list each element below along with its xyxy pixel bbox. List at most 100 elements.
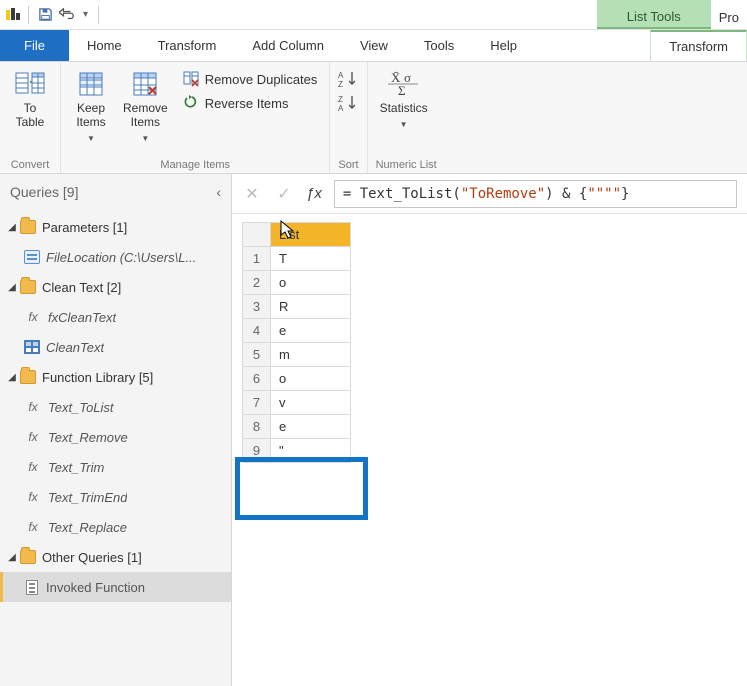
reverse-items-label: Reverse Items bbox=[205, 96, 289, 111]
remove-duplicates-button[interactable]: Remove Duplicates bbox=[178, 68, 322, 90]
query-item-fxcleantext[interactable]: fx fxCleanText bbox=[0, 302, 231, 332]
statistics-button[interactable]: X̄ σ Σ Statistics ▼ bbox=[376, 66, 432, 131]
to-table-button[interactable]: To Table bbox=[8, 66, 52, 132]
sort-desc-button[interactable]: Z A bbox=[338, 94, 358, 112]
table-icon bbox=[24, 340, 40, 354]
tab-tools[interactable]: Tools bbox=[406, 30, 472, 61]
data-grid[interactable]: List 1T 2o 3R 4e 5m 6o 7v 8e 9" bbox=[242, 222, 351, 463]
remove-duplicates-label: Remove Duplicates bbox=[205, 72, 318, 87]
query-item-text-trim[interactable]: fx Text_Trim bbox=[0, 452, 231, 482]
formula-bar: ✕ ✓ ƒx = Text_ToList("ToRemove") & {""""… bbox=[232, 174, 747, 214]
main-area: ✕ ✓ ƒx = Text_ToList("ToRemove") & {""""… bbox=[232, 174, 747, 686]
qat-separator bbox=[28, 6, 29, 24]
statistics-icon: X̄ σ Σ bbox=[388, 68, 420, 100]
function-icon: fx bbox=[24, 400, 42, 414]
query-item-text-trimend[interactable]: fx Text_TrimEnd bbox=[0, 482, 231, 512]
function-icon: fx bbox=[24, 490, 42, 504]
group-label-sort: Sort bbox=[338, 157, 358, 171]
queries-tree: ◢ Parameters [1] FileLocation (C:\Users\… bbox=[0, 210, 231, 604]
fx-icon: ƒx bbox=[306, 185, 322, 202]
collapse-icon: ◢ bbox=[6, 372, 18, 383]
tab-home[interactable]: Home bbox=[69, 30, 140, 61]
chevron-down-icon: ▼ bbox=[141, 134, 149, 143]
table-row: 8e bbox=[243, 415, 351, 439]
keep-items-icon bbox=[75, 68, 107, 100]
tab-file[interactable]: File bbox=[0, 30, 69, 61]
list-icon bbox=[26, 580, 38, 595]
queries-panel: Queries [9] ‹ ◢ Parameters [1] FileLocat… bbox=[0, 174, 232, 686]
remove-items-button[interactable]: Remove Items ▼ bbox=[119, 66, 172, 145]
chevron-down-icon: ▼ bbox=[400, 120, 408, 129]
ribbon-group-sort: A Z Z A Sort bbox=[330, 62, 367, 173]
formula-input[interactable]: = Text_ToList("ToRemove") & {""""} bbox=[334, 180, 737, 208]
data-grid-wrap: List 1T 2o 3R 4e 5m 6o 7v 8e 9" bbox=[232, 214, 747, 471]
query-item-text-remove[interactable]: fx Text_Remove bbox=[0, 422, 231, 452]
keep-items-button[interactable]: Keep Items ▼ bbox=[69, 66, 113, 145]
table-row: 6o bbox=[243, 367, 351, 391]
query-group-clean-text[interactable]: ◢ Clean Text [2] bbox=[0, 272, 231, 302]
ribbon-group-convert: To Table Convert bbox=[0, 62, 61, 173]
group-label-numeric: Numeric List bbox=[376, 157, 437, 171]
ribbon-group-numeric-list: X̄ σ Σ Statistics ▼ Numeric List bbox=[368, 62, 445, 173]
workspace: Queries [9] ‹ ◢ Parameters [1] FileLocat… bbox=[0, 174, 747, 686]
table-row: 7v bbox=[243, 391, 351, 415]
collapse-panel-button[interactable]: ‹ bbox=[216, 184, 221, 200]
query-group-parameters[interactable]: ◢ Parameters [1] bbox=[0, 212, 231, 242]
title-bar: ▾ List Tools Pro bbox=[0, 0, 747, 30]
function-icon: fx bbox=[24, 520, 42, 534]
function-icon: fx bbox=[24, 460, 42, 474]
query-group-function-library[interactable]: ◢ Function Library [5] bbox=[0, 362, 231, 392]
query-group-other-queries[interactable]: ◢ Other Queries [1] bbox=[0, 542, 231, 572]
table-row: 3R bbox=[243, 295, 351, 319]
grid-corner[interactable] bbox=[243, 223, 271, 247]
folder-icon bbox=[20, 370, 36, 384]
remove-items-label: Remove Items bbox=[123, 102, 168, 130]
undo-icon[interactable] bbox=[59, 7, 75, 23]
folder-icon bbox=[20, 280, 36, 294]
context-tab-title: List Tools bbox=[627, 9, 681, 24]
parameter-icon bbox=[24, 250, 40, 264]
query-item-cleantext[interactable]: CleanText bbox=[0, 332, 231, 362]
accept-formula-button[interactable]: ✓ bbox=[274, 184, 294, 204]
to-table-icon bbox=[14, 68, 46, 100]
to-table-label: To Table bbox=[16, 102, 45, 130]
svg-text:Z: Z bbox=[338, 95, 343, 104]
table-row: 1T bbox=[243, 247, 351, 271]
table-row: 2o bbox=[243, 271, 351, 295]
query-item-filelocation[interactable]: FileLocation (C:\Users\L... bbox=[0, 242, 231, 272]
reverse-items-button[interactable]: Reverse Items bbox=[178, 92, 322, 114]
app-icon bbox=[6, 8, 20, 22]
collapse-icon: ◢ bbox=[6, 222, 18, 233]
keep-items-label: Keep Items bbox=[76, 102, 105, 130]
save-icon[interactable] bbox=[37, 7, 53, 23]
group-label-convert: Convert bbox=[8, 157, 52, 171]
reverse-items-icon bbox=[182, 94, 200, 112]
query-item-text-replace[interactable]: fx Text_Replace bbox=[0, 512, 231, 542]
svg-text:A: A bbox=[338, 104, 344, 112]
sort-asc-button[interactable]: A Z bbox=[338, 70, 358, 88]
column-header-list[interactable]: List bbox=[271, 223, 351, 247]
table-row: 9" bbox=[243, 439, 351, 463]
ribbon: To Table Convert Keep Items ▼ bbox=[0, 62, 747, 174]
tab-transform[interactable]: Transform bbox=[140, 30, 235, 61]
truncated-right-text: Pro bbox=[711, 0, 747, 29]
tab-list-transform[interactable]: Transform bbox=[650, 30, 747, 61]
group-label-manage: Manage Items bbox=[69, 157, 321, 171]
query-item-text-tolist[interactable]: fx Text_ToList bbox=[0, 392, 231, 422]
ribbon-group-manage-items: Keep Items ▼ Remove Items ▼ bbox=[61, 62, 330, 173]
tab-view[interactable]: View bbox=[342, 30, 406, 61]
qat-separator-2 bbox=[98, 6, 99, 24]
chevron-down-icon: ▼ bbox=[87, 134, 95, 143]
folder-icon bbox=[20, 550, 36, 564]
cancel-formula-button[interactable]: ✕ bbox=[242, 184, 262, 204]
collapse-icon: ◢ bbox=[6, 282, 18, 293]
tab-help[interactable]: Help bbox=[472, 30, 535, 61]
query-item-invoked-function[interactable]: Invoked Function bbox=[0, 572, 231, 602]
table-row: 4e bbox=[243, 319, 351, 343]
tab-add-column[interactable]: Add Column bbox=[234, 30, 342, 61]
ribbon-tab-strip: File Home Transform Add Column View Tool… bbox=[0, 30, 747, 62]
annotation-highlight-box bbox=[235, 457, 368, 520]
qat-customize-dropdown[interactable]: ▾ bbox=[81, 9, 90, 20]
function-icon: fx bbox=[24, 310, 42, 324]
svg-text:Σ: Σ bbox=[398, 83, 406, 98]
